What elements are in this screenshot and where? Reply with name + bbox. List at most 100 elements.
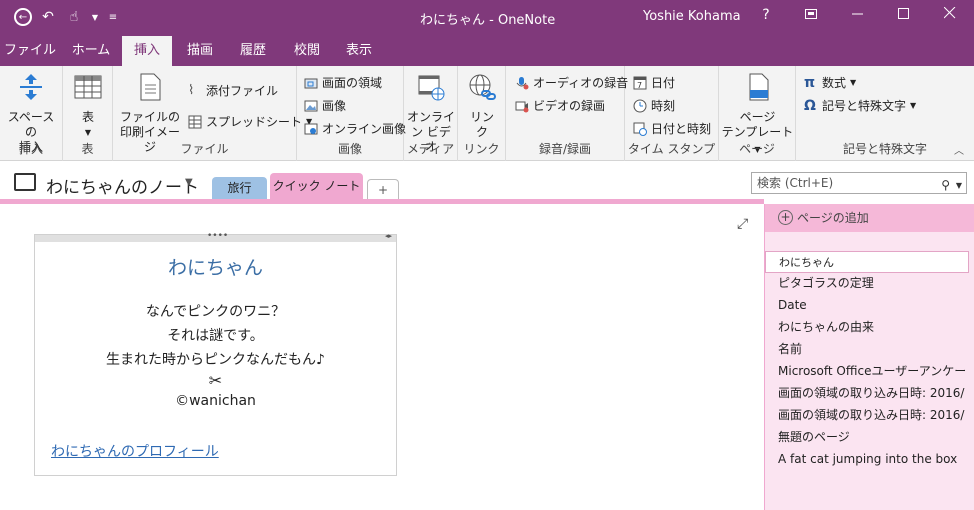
page-item[interactable]: A fat cat jumping into the box bbox=[765, 448, 969, 470]
page-item[interactable]: ピタゴラスの定理 bbox=[765, 272, 969, 294]
page-item[interactable]: 画面の領域の取り込み日時: 2016/ bbox=[765, 382, 969, 404]
search-input[interactable]: 検索 (Ctrl+E) ⚲ ▼ bbox=[751, 172, 967, 194]
group-record: オーディオの録音 ビデオの録画 録音/録画 bbox=[506, 66, 628, 161]
full-page-view-icon[interactable]: ⤢ bbox=[737, 216, 748, 232]
online-pictures-button[interactable]: オンライン画像 bbox=[304, 120, 406, 137]
calendar-icon: 7 bbox=[633, 76, 647, 90]
online-picture-icon bbox=[304, 123, 318, 134]
date-time-icon bbox=[633, 122, 647, 136]
restore-ribbon-icon[interactable] bbox=[801, 7, 821, 23]
resize-handle-icon[interactable]: ◂▸ bbox=[385, 232, 392, 240]
note-line-3[interactable]: 生まれた時からピンクなんだもん♪ bbox=[35, 349, 396, 369]
video-camera-icon bbox=[515, 101, 529, 112]
notebook-dropdown-icon[interactable]: ▼ bbox=[185, 177, 193, 188]
symbol-dropdown-icon: ▼ bbox=[910, 101, 917, 110]
screen-clipping-icon bbox=[304, 78, 318, 88]
group-label-file: ファイル bbox=[180, 142, 229, 156]
page-list-pane: + ページの追加 わにちゃん ピタゴラスの定理 Date わにちゃんの由来 名前… bbox=[764, 204, 974, 510]
page-item[interactable]: 画面の領域の取り込み日時: 2016/ bbox=[765, 404, 969, 426]
note-container[interactable]: •••• ◂▸ わにちゃん なんでピンクのワニ？ それは謎です。 生まれた時から… bbox=[34, 231, 397, 476]
page-item[interactable]: 無題のページ bbox=[765, 426, 969, 448]
record-audio-button[interactable]: オーディオの録音 bbox=[515, 74, 628, 91]
minimize-icon[interactable] bbox=[848, 7, 868, 23]
group-label-insert: 挿入 bbox=[18, 142, 43, 156]
microphone-icon bbox=[516, 76, 529, 89]
screen-clipping-label: 画面の領域 bbox=[322, 76, 383, 90]
group-label-image: 画像 bbox=[337, 142, 362, 156]
group-link: リン ク リンク bbox=[458, 66, 506, 161]
help-button[interactable]: ? bbox=[756, 7, 776, 23]
undo-icon[interactable]: ↶ bbox=[38, 6, 58, 28]
user-name[interactable]: Yoshie Kohama bbox=[643, 9, 741, 24]
printout-label-1: ファイルの bbox=[119, 110, 180, 124]
tab-view[interactable]: 表示 bbox=[336, 36, 382, 66]
pictures-button[interactable]: 画像 bbox=[304, 97, 346, 114]
group-file: ファイルの 印刷イメージ ⌇ 添付ファイル スプレッドシート ▼ ファイル bbox=[113, 66, 312, 161]
record-audio-label: オーディオの録音 bbox=[533, 76, 629, 90]
record-video-button[interactable]: ビデオの録画 bbox=[515, 97, 605, 114]
notebook-icon bbox=[14, 173, 36, 191]
maximize-icon[interactable] bbox=[894, 7, 914, 23]
collapse-ribbon-icon[interactable]: ︿ bbox=[954, 142, 964, 157]
symbol-button[interactable]: Ω 記号と特殊文字 ▼ bbox=[804, 97, 916, 114]
printout-icon bbox=[140, 73, 161, 101]
note-title[interactable]: わにちゃん bbox=[35, 253, 396, 280]
section-tab-travel[interactable]: 旅行 bbox=[212, 177, 267, 199]
tab-insert[interactable]: 挿入 bbox=[122, 36, 172, 66]
tab-file[interactable]: ファイル bbox=[0, 36, 60, 66]
page-item[interactable]: Date bbox=[765, 294, 969, 316]
page-templates-label-1: ページ bbox=[739, 110, 776, 124]
record-video-label: ビデオの録画 bbox=[533, 99, 606, 113]
container-handle[interactable]: •••• ◂▸ bbox=[35, 231, 396, 242]
equation-button[interactable]: π 数式 ▼ bbox=[804, 74, 856, 91]
touch-mode-icon[interactable]: ☝ bbox=[64, 6, 84, 28]
tab-home[interactable]: ホーム bbox=[62, 36, 120, 66]
note-line-5[interactable]: ©wanichan bbox=[35, 393, 396, 409]
back-icon[interactable]: ← bbox=[14, 8, 32, 26]
table-button[interactable]: 表 ▼ bbox=[71, 72, 105, 140]
date-time-button[interactable]: 日付と時刻 bbox=[633, 120, 711, 137]
note-line-1[interactable]: なんでピンクのワニ？ bbox=[35, 301, 396, 321]
page-item[interactable]: 名前 bbox=[765, 338, 969, 360]
ribbon-tabs: ファイル ホーム 挿入 描画 履歴 校閲 表示 bbox=[0, 36, 974, 66]
page-item[interactable]: わにちゃんの由来 bbox=[765, 316, 969, 338]
section-tab-quick-notes[interactable]: クイック ノート bbox=[270, 173, 363, 199]
scissors-icon: ✂ bbox=[208, 371, 223, 390]
profile-link[interactable]: わにちゃんのプロフィール bbox=[51, 441, 219, 461]
attach-file-button[interactable]: ⌇ 添付ファイル bbox=[188, 82, 278, 99]
time-button[interactable]: 時刻 bbox=[633, 97, 675, 114]
online-video-icon bbox=[418, 75, 445, 101]
notebook-name[interactable]: わにちゃんのノート bbox=[46, 173, 199, 198]
add-page-button[interactable]: + ページの追加 bbox=[765, 204, 974, 232]
spreadsheet-button[interactable]: スプレッドシート ▼ bbox=[188, 113, 312, 130]
screen-clipping-button[interactable]: 画面の領域 bbox=[304, 74, 382, 91]
plus-circle-icon: + bbox=[778, 210, 793, 225]
search-icon[interactable]: ⚲ bbox=[941, 175, 950, 195]
omega-icon: Ω bbox=[804, 97, 816, 114]
link-button[interactable]: リン ク bbox=[462, 72, 502, 140]
clock-icon bbox=[633, 99, 647, 112]
search-scope-dropdown-icon[interactable]: ▼ bbox=[956, 176, 962, 196]
notebook-bar: わにちゃんのノート ▼ 旅行 クイック ノート + 検索 (Ctrl+E) ⚲ … bbox=[0, 161, 974, 201]
page-item[interactable]: Microsoft Officeユーザーアンケート bbox=[765, 360, 969, 382]
note-line-2[interactable]: それは謎です。 bbox=[35, 325, 396, 345]
drag-handle-icon[interactable]: •••• bbox=[207, 231, 228, 241]
group-label-symbols: 記号と特殊文字 bbox=[842, 142, 927, 156]
tab-review[interactable]: 校閲 bbox=[282, 36, 332, 66]
date-button[interactable]: 7 日付 bbox=[633, 74, 675, 91]
add-section-button[interactable]: + bbox=[367, 179, 399, 199]
table-dropdown-icon: ▼ bbox=[84, 128, 92, 137]
insert-space-label-1: スペースの bbox=[7, 110, 55, 139]
page-canvas[interactable]: ⤢ •••• ◂▸ わにちゃん なんでピンクのワニ？ それは謎です。 生まれた時… bbox=[0, 204, 764, 510]
link-icon bbox=[469, 74, 496, 100]
touch-dropdown-icon[interactable]: ▼ bbox=[90, 6, 100, 28]
page-item-selected[interactable]: わにちゃん bbox=[765, 251, 969, 273]
tab-history[interactable]: 履歴 bbox=[228, 36, 278, 66]
tab-draw[interactable]: 描画 bbox=[176, 36, 224, 66]
close-icon[interactable] bbox=[940, 6, 960, 23]
equation-label: 数式 bbox=[822, 76, 847, 90]
window-title: わにちゃん - OneNote bbox=[420, 13, 556, 28]
group-label-link: リンク bbox=[463, 142, 500, 156]
customize-qat-icon[interactable]: ≡ bbox=[106, 6, 120, 28]
pi-icon: π bbox=[804, 74, 816, 91]
